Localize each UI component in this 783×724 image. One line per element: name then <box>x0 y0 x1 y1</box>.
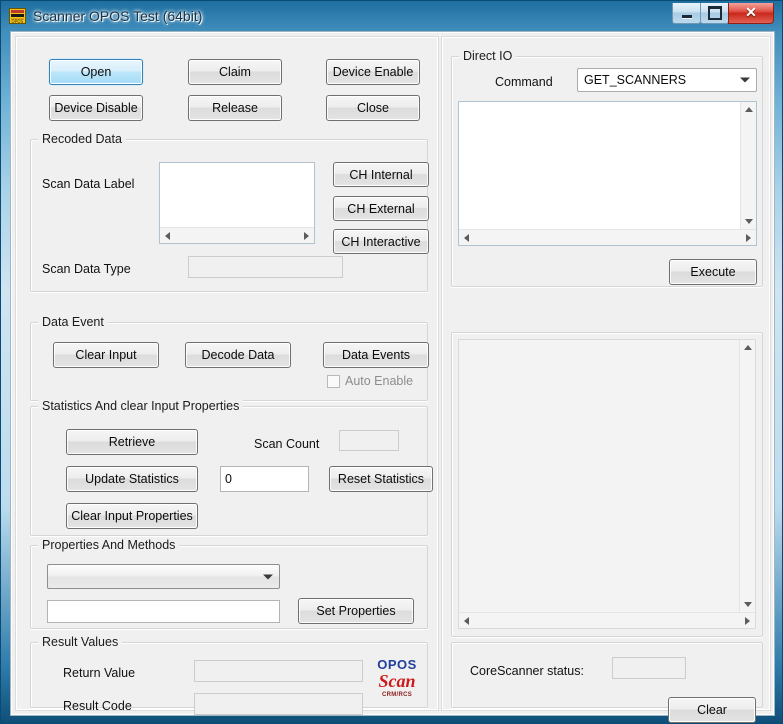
logo-line-scan: Scan <box>378 671 416 691</box>
return-value-field[interactable] <box>194 660 363 682</box>
client-area: Open Claim Device Enable Device Disable … <box>10 31 775 723</box>
output-group <box>451 332 763 637</box>
ch-interactive-button[interactable]: CH Interactive <box>333 229 429 254</box>
chevron-down-icon <box>740 77 750 83</box>
direct-io-title: Direct IO <box>459 49 517 63</box>
window-title: Scanner OPOS Test (64bit) <box>33 8 203 24</box>
clear-button[interactable]: Clear <box>668 697 756 723</box>
auto-enable-label: Auto Enable <box>345 374 414 388</box>
scan-data-label-hscrollbar[interactable] <box>160 227 314 243</box>
clear-input-button[interactable]: Clear Input <box>53 342 159 368</box>
decode-data-button[interactable]: Decode Data <box>185 342 291 368</box>
claim-button[interactable]: Claim <box>188 59 282 85</box>
execute-button[interactable]: Execute <box>669 259 757 285</box>
scan-count-field[interactable] <box>339 430 399 451</box>
result-code-label: Result Code <box>63 699 132 713</box>
close-button[interactable]: ✕ <box>728 3 774 24</box>
data-event-group: Data Event Clear Input Decode Data Data … <box>30 315 429 401</box>
recoded-data-group: Recoded Data Scan Data Label CH Internal… <box>30 132 429 292</box>
auto-enable-checkbox[interactable]: Auto Enable <box>327 374 413 388</box>
title-bar[interactable]: OPOS Scanner OPOS Test (64bit) ✕ <box>7 3 778 29</box>
property-select[interactable] <box>47 564 280 589</box>
chevron-down-icon <box>263 574 273 579</box>
data-events-button[interactable]: Data Events <box>323 342 429 368</box>
scan-count-label: Scan Count <box>254 437 320 451</box>
status-group: CoreScanner status: Clear <box>451 642 763 723</box>
window-controls: ✕ <box>672 3 774 24</box>
output-vscrollbar[interactable] <box>739 340 755 612</box>
set-properties-button[interactable]: Set Properties <box>298 598 414 624</box>
statistics-value-field[interactable]: 0 <box>220 466 309 492</box>
direct-io-group: Direct IO Command GET_SCANNERS Execute <box>451 49 763 287</box>
minimize-button[interactable] <box>672 3 701 24</box>
clear-input-properties-button[interactable]: Clear Input Properties <box>66 503 198 529</box>
properties-methods-group: Properties And Methods Set Properties <box>30 538 428 629</box>
logo-line-opos: OPOS <box>377 657 417 672</box>
result-values-title: Result Values <box>38 635 123 649</box>
output-hscrollbar[interactable] <box>459 612 755 628</box>
release-button[interactable]: Release <box>188 95 282 121</box>
scan-data-type-caption: Scan Data Type <box>42 262 131 276</box>
result-code-field[interactable] <box>194 693 363 715</box>
output-text-area[interactable] <box>458 339 756 629</box>
scan-data-label-box[interactable] <box>159 162 315 244</box>
properties-methods-title: Properties And Methods <box>38 538 180 552</box>
property-value-field[interactable] <box>47 600 280 623</box>
corescanner-status-field[interactable] <box>612 657 686 679</box>
device-disable-button[interactable]: Device Disable <box>49 95 143 121</box>
command-select[interactable]: GET_SCANNERS <box>577 68 757 92</box>
update-statistics-button[interactable]: Update Statistics <box>66 466 198 492</box>
recoded-data-title: Recoded Data <box>38 132 126 146</box>
command-label: Command <box>495 75 553 89</box>
data-event-title: Data Event <box>38 315 108 329</box>
close-device-button[interactable]: Close <box>326 95 420 121</box>
retrieve-button[interactable]: Retrieve <box>66 429 198 455</box>
auto-enable-checkbox-box[interactable] <box>327 374 340 388</box>
result-values-group: Result Values Return Value Result Code O… <box>30 635 428 715</box>
reset-statistics-button[interactable]: Reset Statistics <box>329 466 433 492</box>
ch-internal-button[interactable]: CH Internal <box>333 162 429 187</box>
left-panel: Open Claim Device Enable Device Disable … <box>15 36 439 715</box>
direct-io-input-area[interactable] <box>458 101 757 246</box>
command-select-value: GET_SCANNERS <box>584 73 687 87</box>
device-enable-button[interactable]: Device Enable <box>326 59 420 85</box>
opos-scan-logo: OPOS Scan CRM/RCS <box>370 658 424 706</box>
statistics-title: Statistics And clear Input Properties <box>38 399 244 413</box>
return-value-label: Return Value <box>63 666 136 680</box>
right-panel: Direct IO Command GET_SCANNERS Execute C… <box>441 36 771 723</box>
application-window: OPOS Scanner OPOS Test (64bit) ✕ Open Cl… <box>0 0 783 724</box>
corescanner-status-label: CoreScanner status: <box>470 664 584 678</box>
logo-line-crm: CRM/RCS <box>381 692 413 698</box>
direct-io-hscrollbar[interactable] <box>459 229 756 245</box>
open-button[interactable]: Open <box>49 59 143 85</box>
scan-data-label-caption: Scan Data Label <box>42 177 135 191</box>
maximize-button[interactable] <box>700 3 729 24</box>
statistics-group: Statistics And clear Input Properties Re… <box>30 399 433 536</box>
ch-external-button[interactable]: CH External <box>333 196 429 221</box>
opos-app-icon: OPOS <box>9 8 26 24</box>
direct-io-vscrollbar[interactable] <box>740 102 756 229</box>
scan-data-type-field[interactable] <box>188 256 343 278</box>
